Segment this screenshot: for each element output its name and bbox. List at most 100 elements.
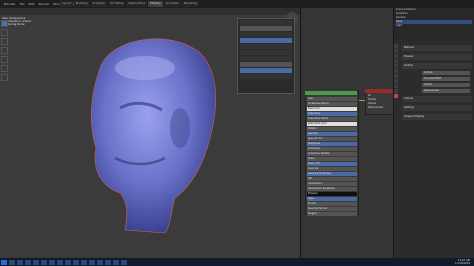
taskbar-app-icon[interactable]: [9, 259, 15, 265]
scene-tab-icon[interactable]: [394, 59, 398, 63]
tab-rendering[interactable]: Rendering: [181, 1, 200, 7]
menu-edit[interactable]: Edit: [29, 0, 35, 8]
popover-row[interactable]: [240, 44, 292, 49]
popover-row[interactable]: [240, 38, 292, 43]
material-tab-icon[interactable]: [394, 94, 398, 98]
node-prop[interactable]: Anisotropic Rotation: [307, 152, 357, 156]
node-prop[interactable]: Tangent: [307, 212, 357, 216]
node-prop[interactable]: Sheen Tint: [307, 162, 357, 166]
node-prop[interactable]: Christensen-Burley: [307, 102, 357, 106]
props-field[interactable]: Volume: [422, 83, 470, 87]
props-field[interactable]: Displacement: [422, 89, 470, 93]
world-tab-icon[interactable]: [394, 64, 398, 68]
node-prop[interactable]: Specular: [307, 132, 357, 136]
taskbar-app-icon[interactable]: [17, 259, 23, 265]
tab-layout[interactable]: Layout: [60, 1, 73, 7]
properties-tabs: [394, 44, 399, 134]
props-panel[interactable]: Settings: [402, 105, 472, 111]
node-prop[interactable]: Specular Tint: [307, 137, 357, 141]
popover-row[interactable]: [240, 20, 292, 25]
measure-icon[interactable]: [1, 74, 8, 81]
scale-icon[interactable]: [1, 47, 8, 54]
taskbar-app-icon[interactable]: [65, 259, 71, 265]
taskbar-app-icon[interactable]: [121, 259, 127, 265]
popover-row[interactable]: [240, 50, 292, 55]
physics-tab-icon[interactable]: [394, 79, 398, 83]
select-icon[interactable]: [1, 20, 8, 27]
node-prop[interactable]: Subsurface Color: [307, 122, 357, 126]
taskbar-app-icon[interactable]: [49, 259, 55, 265]
props-panel[interactable]: Surface: [402, 63, 472, 69]
tool-tab-icon[interactable]: [394, 44, 398, 48]
popover-row[interactable]: [240, 26, 292, 31]
taskbar-app-icon[interactable]: [81, 259, 87, 265]
bsdf-node-header[interactable]: [305, 91, 357, 95]
tab-sculpting[interactable]: Sculpting: [90, 1, 107, 7]
taskbar-app-icon[interactable]: [89, 259, 95, 265]
modifier-tab-icon[interactable]: [394, 74, 398, 78]
node-prop[interactable]: Clearcoat: [307, 167, 357, 171]
props-panel[interactable]: Preview: [402, 54, 472, 60]
data-tab-icon[interactable]: [394, 89, 398, 93]
node-prop[interactable]: Roughness: [307, 142, 357, 146]
properties-editor[interactable]: Material Preview Surface Surface Princip…: [394, 42, 474, 258]
principled-bsdf-node[interactable]: Principled BSDF GGX Christensen-Burley B…: [305, 91, 359, 216]
outliner-row[interactable]: Light: [396, 24, 472, 28]
taskbar-app-icon[interactable]: [113, 259, 119, 265]
menu-blender[interactable]: Blender: [4, 0, 16, 8]
node-prop[interactable]: Base Color: [307, 107, 357, 111]
node-prop[interactable]: Clearcoat Roughness: [307, 172, 357, 176]
taskbar-app-icon[interactable]: [97, 259, 103, 265]
popover-row[interactable]: [240, 68, 292, 73]
menu-render[interactable]: Render: [38, 0, 49, 8]
object-tab-icon[interactable]: [394, 69, 398, 73]
node-prop[interactable]: Alpha: [307, 197, 357, 201]
tab-modeling[interactable]: Modeling: [73, 1, 90, 7]
node-prop[interactable]: Sheen: [307, 157, 357, 161]
props-panel[interactable]: Viewport Display: [402, 114, 472, 120]
output-tab-icon[interactable]: [394, 54, 398, 58]
toolbar: [1, 20, 8, 130]
node-prop[interactable]: GGX: [307, 97, 357, 101]
popover-row[interactable]: [240, 74, 292, 79]
props-panel[interactable]: Volume: [402, 96, 472, 102]
popover-row[interactable]: [240, 32, 292, 37]
rotate-icon[interactable]: [1, 38, 8, 45]
shading-popover: [237, 18, 295, 94]
start-icon[interactable]: [1, 259, 7, 265]
tab-uv-editing[interactable]: UV Editing: [107, 1, 126, 7]
node-prop[interactable]: Normal: [307, 202, 357, 206]
constraint-tab-icon[interactable]: [394, 84, 398, 88]
annotate-icon[interactable]: [1, 65, 8, 72]
taskbar-app-icon[interactable]: [73, 259, 79, 265]
node-prop[interactable]: Transmission Roughness: [307, 187, 357, 191]
node-prop[interactable]: Transmission: [307, 182, 357, 186]
transform-icon[interactable]: [1, 56, 8, 63]
outliner[interactable]: Scene Collection Collection Camera Head …: [394, 8, 474, 40]
tab-shading[interactable]: Shading: [148, 1, 163, 7]
tab-animation[interactable]: Animation: [163, 1, 181, 7]
taskbar-app-icon[interactable]: [57, 259, 63, 265]
props-field[interactable]: Surface: [422, 71, 470, 75]
taskbar-app-icon[interactable]: [105, 259, 111, 265]
props-field[interactable]: Principled BSDF: [422, 77, 470, 81]
menu-file[interactable]: File: [20, 0, 25, 8]
props-panel[interactable]: Material: [402, 45, 472, 51]
node-prop[interactable]: Subsurface: [307, 112, 357, 116]
output-node-header[interactable]: [365, 89, 393, 93]
taskbar: 11:07 AM 11/20/2019: [0, 258, 474, 266]
node-prop[interactable]: Metallic: [307, 127, 357, 131]
node-prop[interactable]: Emission: [307, 192, 357, 196]
node-prop[interactable]: Clearcoat Normal: [307, 207, 357, 211]
render-tab-icon[interactable]: [394, 49, 398, 53]
move-icon[interactable]: [1, 29, 8, 36]
taskbar-app-icon[interactable]: [33, 259, 39, 265]
popover-row[interactable]: [240, 62, 292, 67]
taskbar-app-icon[interactable]: [25, 259, 31, 265]
popover-row[interactable]: [240, 56, 292, 61]
tab-texture-paint[interactable]: Texture Paint: [126, 1, 148, 7]
node-prop[interactable]: Subsurface Radius: [307, 117, 357, 121]
node-prop[interactable]: Anisotropic: [307, 147, 357, 151]
taskbar-app-icon[interactable]: [41, 259, 47, 265]
node-prop[interactable]: IOR: [307, 177, 357, 181]
